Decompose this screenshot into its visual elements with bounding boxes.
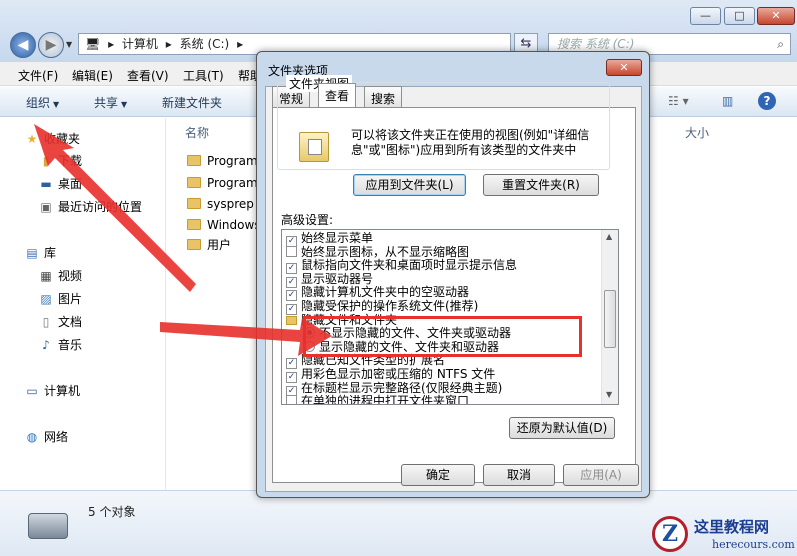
watermark-name: 这里教程网 xyxy=(694,518,770,536)
watermark-url: herecours.com xyxy=(712,538,795,551)
annotation-arrow-up xyxy=(34,124,196,292)
watermark-logo: Z xyxy=(652,516,688,552)
site-watermark: Z 这里教程网 herecours.com xyxy=(646,514,796,556)
tab-view[interactable]: 查看 xyxy=(318,83,357,107)
annotation-arrows xyxy=(34,124,332,356)
annotation-arrow-right xyxy=(160,318,332,356)
